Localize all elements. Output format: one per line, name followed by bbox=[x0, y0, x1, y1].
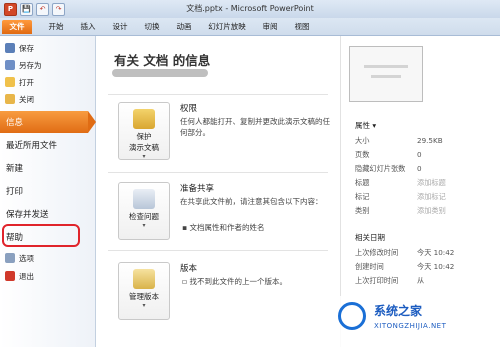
tab-transitions[interactable]: 切换 bbox=[140, 20, 164, 34]
site-logo-icon bbox=[338, 302, 366, 330]
prop-value-editable[interactable]: 添加类别 bbox=[417, 206, 446, 216]
versions-icon bbox=[133, 269, 155, 289]
chevron-down-icon: ▾ bbox=[142, 222, 146, 229]
close-file-icon bbox=[5, 94, 15, 104]
ribbon-tabs: 文件 开始 插入 设计 切换 动画 幻灯片放映 审阅 视图 bbox=[0, 18, 500, 36]
prop-key: 类别 bbox=[355, 206, 370, 215]
redaction-smudge bbox=[112, 69, 208, 77]
divider bbox=[108, 250, 328, 251]
options-icon bbox=[5, 253, 15, 263]
sidebar-item-label: 保存并发送 bbox=[6, 210, 49, 220]
list-item: ▪ 文档属性和作者的姓名 bbox=[182, 223, 265, 232]
prop-value: 今天 10:42 bbox=[417, 248, 455, 257]
prop-value: 0 bbox=[417, 164, 422, 173]
lock-icon bbox=[133, 109, 155, 129]
backstage-sidebar: 保存 另存为 打开 关闭 信息 最近所用文件 新建 打印 保存并发送 帮助 选项… bbox=[0, 36, 96, 347]
prop-value-editable[interactable]: 添加标记 bbox=[417, 192, 446, 202]
tab-animations[interactable]: 动画 bbox=[172, 20, 196, 34]
sidebar-item-close[interactable]: 关闭 bbox=[0, 91, 95, 107]
chevron-down-icon: ▾ bbox=[142, 302, 146, 309]
selected-arrow bbox=[88, 111, 96, 133]
sidebar-item-save-send[interactable]: 保存并发送 bbox=[0, 203, 95, 225]
tab-view[interactable]: 视图 bbox=[290, 20, 314, 34]
manage-versions-button[interactable]: 管理版本 ▾ bbox=[118, 262, 170, 320]
prop-key: 上次修改时间 bbox=[355, 248, 399, 257]
sidebar-item-exit[interactable]: 退出 bbox=[0, 268, 95, 284]
prop-value: 0 bbox=[417, 150, 422, 159]
section-desc-permissions: 任何人都能打开、复制并更改此演示文稿的任何部分。 bbox=[180, 117, 330, 137]
title-bar: P 💾 ↶ ↷ 文档.pptx - Microsoft PowerPoint bbox=[0, 0, 500, 18]
prop-key: 创建时间 bbox=[355, 262, 384, 271]
sidebar-item-save[interactable]: 保存 bbox=[0, 40, 95, 56]
chevron-down-icon: ▾ bbox=[142, 153, 146, 160]
button-label: 保护 演示文稿 bbox=[129, 132, 159, 152]
open-folder-icon bbox=[5, 77, 15, 87]
properties-header[interactable]: 属性 ▾ bbox=[355, 120, 376, 131]
protect-presentation-button[interactable]: 保护 演示文稿 ▾ bbox=[118, 102, 170, 160]
sidebar-item-save-as[interactable]: 另存为 bbox=[0, 57, 95, 73]
sidebar-item-label: 信息 bbox=[6, 118, 24, 128]
sidebar-item-label: 打开 bbox=[19, 77, 34, 87]
page-title: 有关 文档 的信息 bbox=[114, 53, 211, 68]
sidebar-item-print[interactable]: 打印 bbox=[0, 180, 95, 202]
button-label: 检查问题 bbox=[129, 212, 159, 221]
prop-key: 大小 bbox=[355, 136, 370, 145]
section-title-versions: 版本 bbox=[180, 264, 198, 274]
section-title-prepare-share: 准备共享 bbox=[180, 184, 215, 194]
sidebar-item-label: 退出 bbox=[19, 271, 34, 281]
help-highlight-box bbox=[2, 224, 80, 247]
sidebar-item-recent[interactable]: 最近所用文件 bbox=[0, 134, 95, 156]
prop-key: 标记 bbox=[355, 192, 370, 201]
list-item: ▫ 找不到此文件的上一个版本。 bbox=[182, 277, 287, 286]
info-panel: 有关 文档 的信息 保护 演示文稿 ▾ 权限 任何人都能打开、复制并更改此演示文… bbox=[96, 36, 340, 347]
exit-icon bbox=[5, 271, 15, 281]
inspect-document-icon bbox=[133, 189, 155, 209]
tab-home[interactable]: 开始 bbox=[44, 20, 68, 34]
prop-value-editable[interactable]: 添加标题 bbox=[417, 178, 446, 188]
sidebar-item-label: 选项 bbox=[19, 253, 34, 263]
divider bbox=[108, 172, 328, 173]
sidebar-item-label: 打印 bbox=[6, 187, 24, 197]
window-title: 文档.pptx - Microsoft PowerPoint bbox=[186, 4, 314, 13]
tab-insert[interactable]: 插入 bbox=[76, 20, 100, 34]
prop-key: 页数 bbox=[355, 150, 370, 159]
slide-thumbnail bbox=[349, 46, 423, 102]
sidebar-item-label: 保存 bbox=[19, 43, 34, 53]
sidebar-item-info[interactable]: 信息 bbox=[0, 111, 88, 133]
watermark: 系统之家 XITONGZHIJIA.NET bbox=[330, 296, 500, 347]
button-label: 管理版本 bbox=[129, 292, 159, 301]
save-icon bbox=[5, 43, 15, 53]
section-desc-prepare-share: 在共享此文件前，请注意其包含以下内容： bbox=[180, 197, 323, 206]
section-title-permissions: 权限 bbox=[180, 104, 198, 114]
watermark-url: XITONGZHIJIA.NET bbox=[374, 322, 447, 330]
sidebar-item-options[interactable]: 选项 bbox=[0, 250, 95, 266]
sidebar-item-label: 新建 bbox=[6, 164, 24, 174]
prop-key: 上次打印时间 bbox=[355, 276, 399, 285]
sidebar-item-label: 另存为 bbox=[19, 60, 42, 70]
sidebar-item-label: 关闭 bbox=[19, 94, 34, 104]
check-issues-button[interactable]: 检查问题 ▾ bbox=[118, 182, 170, 240]
watermark-name: 系统之家 bbox=[374, 304, 423, 318]
tab-file[interactable]: 文件 bbox=[2, 20, 32, 34]
related-dates-header: 相关日期 bbox=[355, 233, 385, 242]
tab-design[interactable]: 设计 bbox=[108, 20, 132, 34]
divider bbox=[108, 94, 328, 95]
prop-key: 标题 bbox=[355, 178, 370, 187]
sidebar-item-open[interactable]: 打开 bbox=[0, 74, 95, 90]
sidebar-item-label: 最近所用文件 bbox=[6, 141, 58, 151]
tab-review[interactable]: 审阅 bbox=[258, 20, 282, 34]
sidebar-item-new[interactable]: 新建 bbox=[0, 157, 95, 179]
save-as-icon bbox=[5, 60, 15, 70]
tab-slideshow[interactable]: 幻灯片放映 bbox=[204, 20, 250, 34]
prop-value: 从 bbox=[417, 276, 425, 285]
prop-value: 29.5KB bbox=[417, 136, 443, 145]
prop-value: 今天 10:42 bbox=[417, 262, 455, 271]
prop-key: 隐藏幻灯片张数 bbox=[355, 164, 406, 173]
